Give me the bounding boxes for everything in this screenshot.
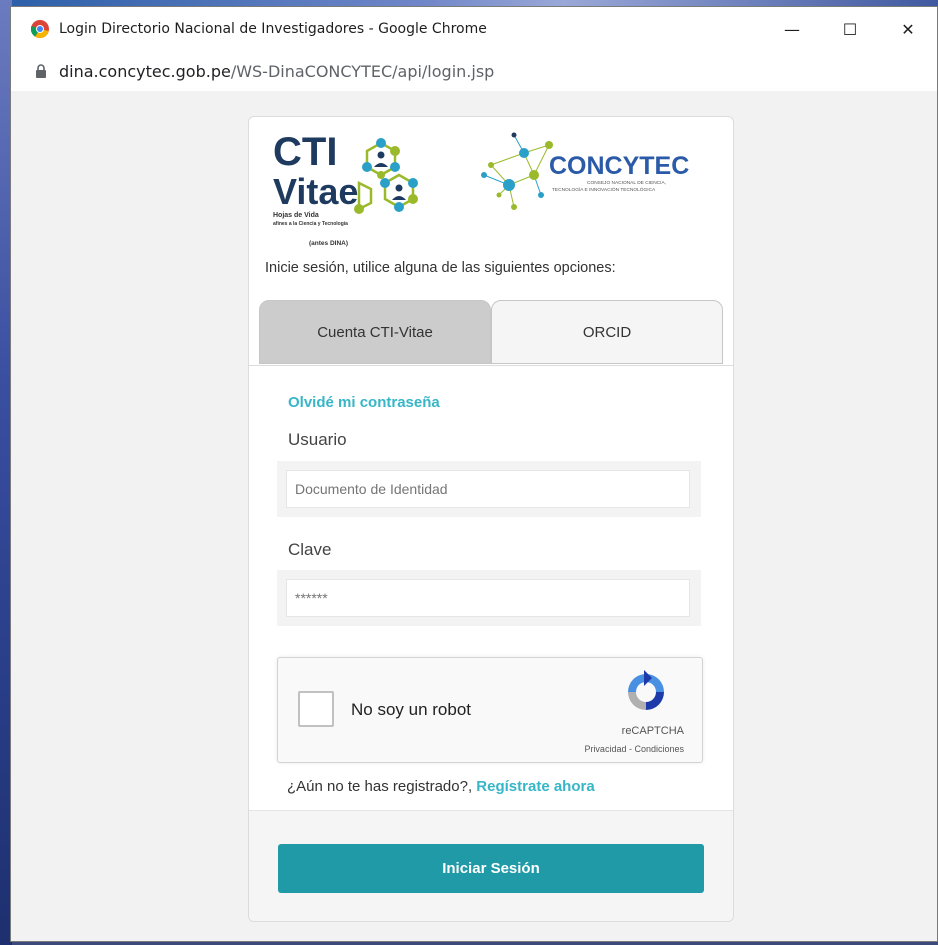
- register-link[interactable]: Regístrate ahora: [476, 778, 594, 795]
- tabs-divider: [249, 365, 733, 366]
- logo-subtitle-1: Hojas de Vida: [273, 212, 319, 219]
- concytec-subtitle-1: CONSEJO NACIONAL DE CIENCIA,: [587, 180, 666, 186]
- register-prompt: ¿Aún no te has registrado?, Regístrate a…: [287, 778, 595, 795]
- recaptcha-label: No soy un robot: [351, 700, 472, 719]
- recaptcha-terms-link[interactable]: Privacidad - Condiciones: [584, 744, 684, 754]
- concytec-subtitle-2: TECNOLOGÍA E INNOVACIÓN TECNOLÓGICA: [552, 186, 656, 193]
- close-button[interactable]: ✕: [879, 7, 937, 51]
- login-tabs: Cuenta CTI-Vitae ORCID: [259, 300, 723, 366]
- logo-subtitle-2: afines a la Ciencia y Tecnología: [273, 221, 348, 227]
- maximize-button[interactable]: ☐: [821, 7, 879, 51]
- password-field-wrapper: [277, 570, 701, 626]
- cti-vitae-logo: CTI Vitae Hojas de Vida afines a la Cien…: [269, 125, 439, 253]
- user-label: Usuario: [288, 430, 347, 449]
- logo-cti-text: CTI: [273, 130, 337, 174]
- url-host: dina.concytec.gob.pe: [59, 61, 231, 81]
- browser-window: Login Directorio Nacional de Investigado…: [10, 6, 938, 942]
- concytec-logo: CONCYTEC CONSEJO NACIONAL DE CIENCIA, TE…: [479, 125, 719, 220]
- login-button[interactable]: Iniciar Sesión: [278, 844, 704, 893]
- login-instructions: Inicie sesión, utilice alguna de las sig…: [265, 260, 616, 276]
- concytec-name: CONCYTEC: [549, 152, 689, 180]
- url-text[interactable]: dina.concytec.gob.pe/WS-DinaCONCYTEC/api…: [59, 62, 494, 81]
- user-input[interactable]: [286, 470, 690, 508]
- login-card: CTI Vitae Hojas de Vida afines a la Cien…: [248, 116, 734, 922]
- password-input[interactable]: [286, 579, 690, 617]
- recaptcha-widget: No soy un robot reCAPTCHA Privacidad - C…: [277, 657, 703, 763]
- chrome-icon: [30, 20, 49, 39]
- recaptcha-brand: reCAPTCHA: [621, 725, 684, 737]
- minimize-button[interactable]: —: [763, 7, 821, 51]
- logos-area: CTI Vitae Hojas de Vida afines a la Cien…: [269, 125, 719, 253]
- user-field-wrapper: [277, 461, 701, 517]
- register-text: ¿Aún no te has registrado?,: [287, 778, 473, 795]
- forgot-password-link[interactable]: Olvidé mi contraseña: [288, 394, 440, 411]
- tab-cti-vitae[interactable]: Cuenta CTI-Vitae: [259, 300, 491, 364]
- lock-icon: [35, 64, 47, 78]
- window-title: Login Directorio Nacional de Investigado…: [59, 21, 487, 37]
- address-bar[interactable]: dina.concytec.gob.pe/WS-DinaCONCYTEC/api…: [11, 51, 937, 91]
- password-label: Clave: [288, 540, 332, 559]
- logo-vitae-text: Vitae: [273, 171, 358, 212]
- url-path: /WS-DinaCONCYTEC/api/login.jsp: [230, 61, 495, 81]
- recaptcha-checkbox[interactable]: [298, 691, 334, 727]
- page-content: CTI Vitae Hojas de Vida afines a la Cien…: [11, 91, 937, 941]
- recaptcha-icon: [622, 668, 670, 716]
- logo-subtitle-3: (antes DINA): [309, 240, 348, 247]
- tab-orcid[interactable]: ORCID: [491, 300, 723, 364]
